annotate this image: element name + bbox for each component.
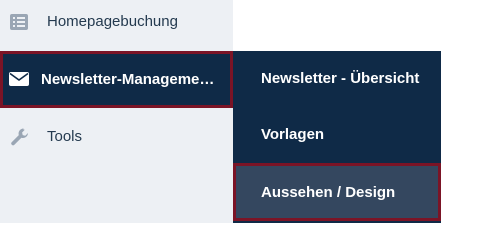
submenu-item-templates[interactable]: Vorlagen	[233, 107, 441, 163]
submenu-item-label: Newsletter - Übersicht	[261, 70, 420, 87]
submenu-item-label: Vorlagen	[261, 126, 325, 143]
newsletter-submenu: Newsletter - Übersicht Vorlagen Aussehen…	[233, 51, 441, 223]
sidebar-item-homepagebuchung[interactable]: Homepagebuchung	[0, 0, 233, 44]
envelope-icon	[9, 71, 29, 87]
sidebar: Homepagebuchung Newsletter-Managemen... …	[0, 0, 233, 223]
sidebar-item-label: Tools	[47, 128, 83, 145]
submenu-item-label: Aussehen / Design	[261, 184, 396, 201]
page: Homepagebuchung Newsletter-Managemen... …	[0, 0, 500, 223]
sidebar-item-label: Homepagebuchung	[47, 13, 178, 30]
submenu-item-design[interactable]: Aussehen / Design	[233, 163, 441, 221]
wrench-icon	[10, 127, 30, 147]
sidebar-item-newsletter-management[interactable]: Newsletter-Managemen...	[0, 51, 233, 108]
submenu-item-newsletter-overview[interactable]: Newsletter - Übersicht	[233, 51, 441, 107]
sidebar-item-tools[interactable]: Tools	[0, 117, 233, 157]
list-icon	[10, 13, 28, 31]
sidebar-item-label: Newsletter-Managemen...	[41, 71, 221, 88]
